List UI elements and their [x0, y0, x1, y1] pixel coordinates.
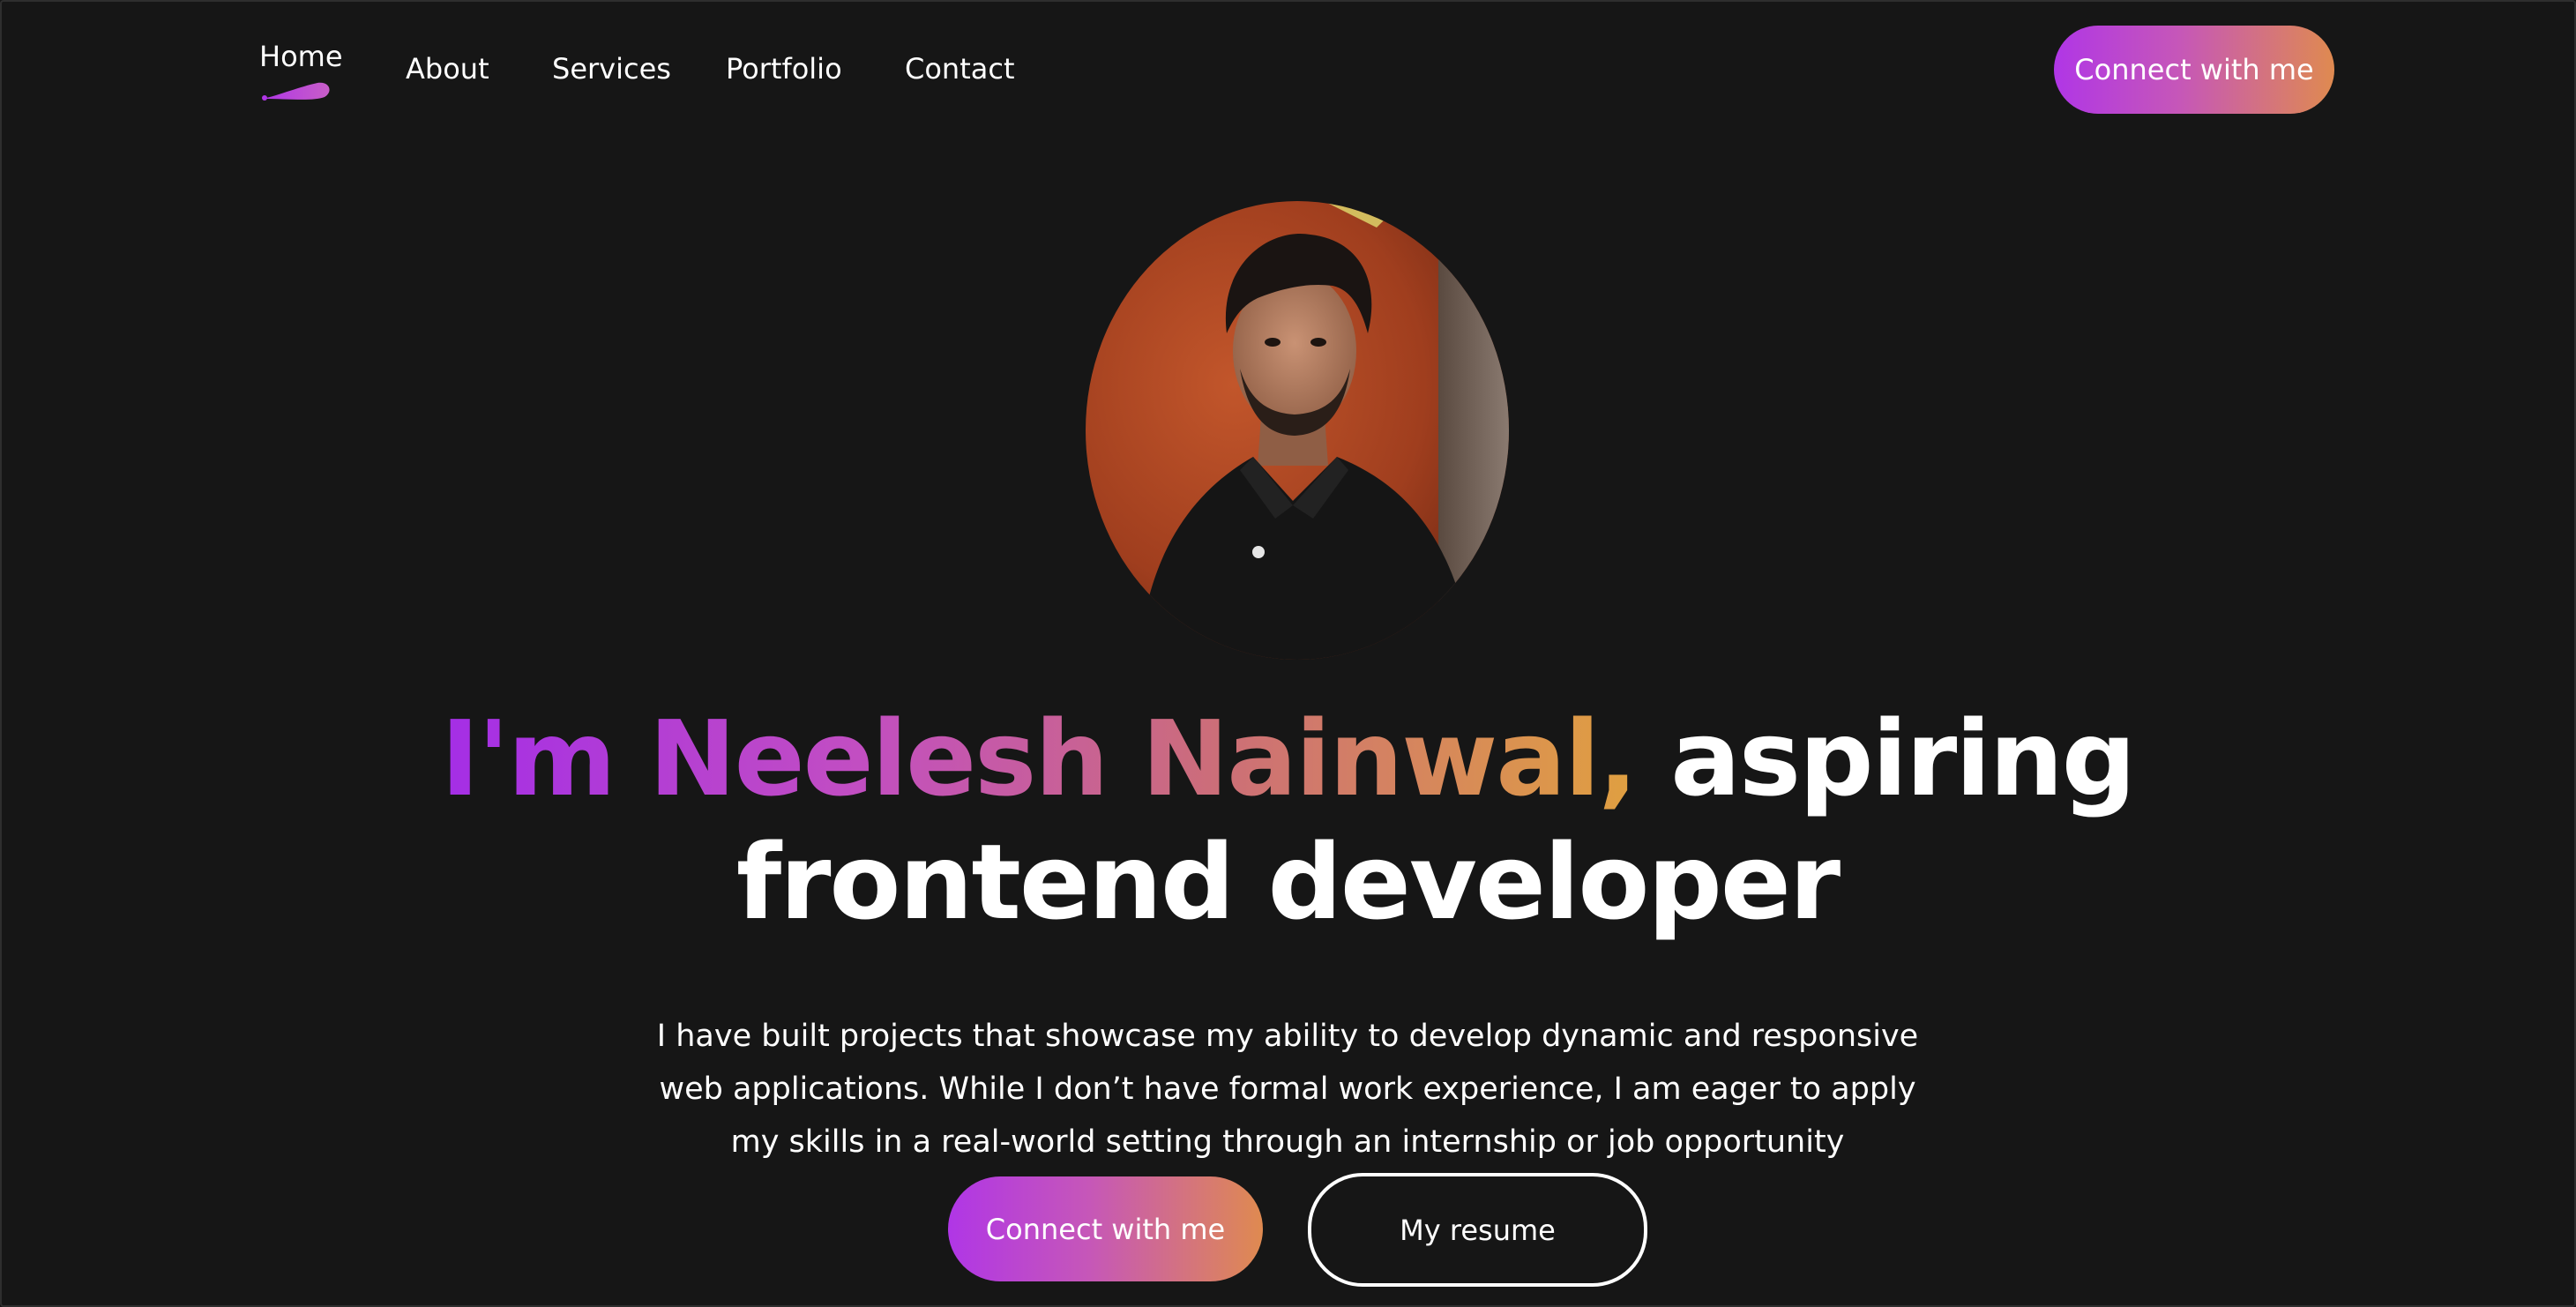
nav-connect-button[interactable]: Connect with me: [2054, 26, 2334, 114]
top-navigation: Home About Services Portfolio Contact Co…: [0, 0, 2576, 141]
hero-connect-button[interactable]: Connect with me: [948, 1176, 1263, 1281]
hero-headline: I'm Neelesh Nainwal, aspiring frontend d…: [317, 697, 2258, 944]
hero-description: I have built projects that showcase my a…: [656, 1019, 1919, 1160]
active-nav-indicator: [262, 82, 330, 101]
profile-photo: [1086, 201, 1509, 660]
nav-item-home[interactable]: Home: [259, 39, 343, 74]
nav-item-about[interactable]: About: [406, 51, 489, 86]
hero-headline-rest-line2: frontend developer: [735, 821, 1841, 943]
nav-item-services[interactable]: Services: [552, 51, 671, 86]
hero-headline-name: I'm Neelesh Nainwal,: [440, 698, 1638, 819]
nav-item-contact[interactable]: Contact: [905, 51, 1015, 86]
nav-item-portfolio[interactable]: Portfolio: [726, 51, 842, 86]
hero-headline-rest-line1: aspiring: [1636, 698, 2136, 819]
resume-button[interactable]: My resume: [1308, 1173, 1647, 1287]
